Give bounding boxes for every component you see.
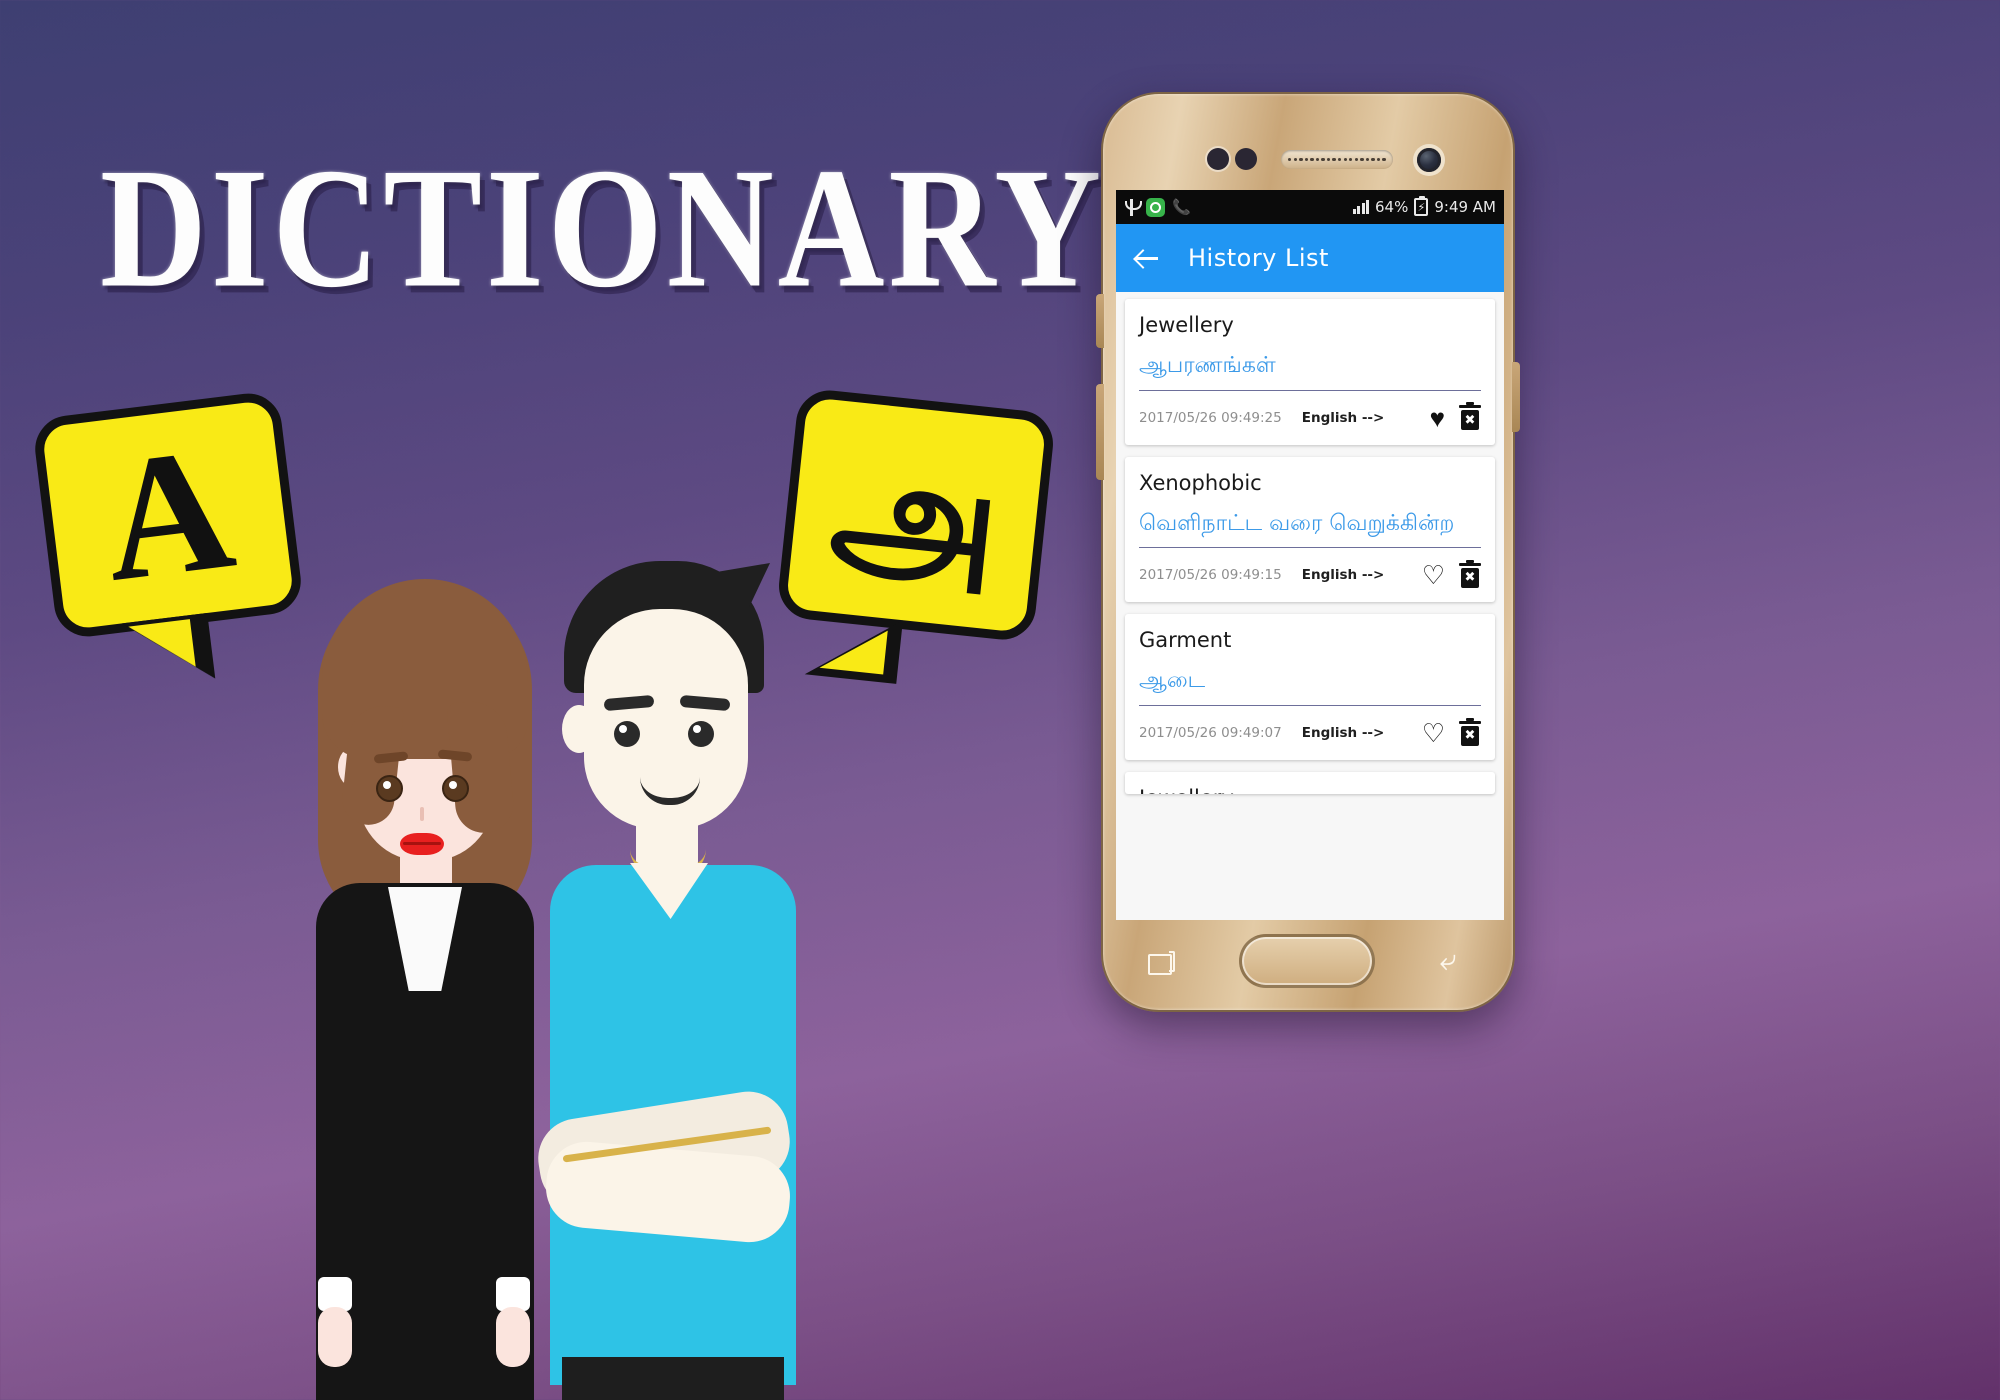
woman-hand-left: [318, 1307, 352, 1367]
word-tamil: வெளிநாட்ட வரை வெறுக்கின்ற: [1139, 509, 1481, 549]
app-bar: History List: [1116, 224, 1504, 292]
phone-device: 📞 64% ⚡ 9:49 AM History List Jewellery ஆ…: [1096, 92, 1520, 1012]
woman-character: [300, 565, 550, 1400]
man-eye-left: [614, 721, 640, 747]
app-bar-title: History List: [1188, 244, 1329, 272]
woman-hand-right: [496, 1307, 530, 1367]
heart-outline-icon[interactable]: ♡: [1422, 562, 1445, 588]
woman-eye-left: [376, 775, 403, 802]
trash-lid: [1459, 402, 1481, 409]
history-item-meta: 2017/05/26 09:49:15 English --> ♡ ✖: [1139, 548, 1481, 602]
phone-top-bezel: [1103, 142, 1513, 176]
volume-button[interactable]: [1096, 384, 1104, 480]
man-pants: [562, 1357, 784, 1400]
page-title: DICTIONARY: [100, 133, 1106, 324]
trash-delete-icon[interactable]: ✖: [1459, 402, 1481, 431]
word-english: Jewellery: [1139, 786, 1481, 794]
eye-glint: [449, 781, 457, 789]
signal-bars-icon: [1352, 200, 1369, 214]
android-nav-bar: ⤶: [1116, 920, 1504, 1002]
trash-lid: [1459, 717, 1481, 724]
woman-eye-right: [442, 775, 469, 802]
man-eye-right: [688, 721, 714, 747]
timestamp-label: 2017/05/26 09:49:15: [1139, 567, 1282, 584]
history-item-meta: 2017/05/26 09:49:07 English --> ♡ ✖: [1139, 706, 1481, 760]
history-item-actions: ♥ ✖: [1430, 402, 1481, 431]
history-list-item-partial[interactable]: Jewellery: [1125, 772, 1495, 795]
green-app-icon: [1146, 197, 1165, 217]
home-button[interactable]: [1238, 934, 1375, 988]
woman-lips: [400, 833, 444, 855]
back-arrow-icon[interactable]: [1134, 245, 1160, 271]
history-list[interactable]: Jewellery ஆபரணங்கள் 2017/05/26 09:49:25 …: [1116, 292, 1504, 920]
eye-glint: [383, 781, 391, 789]
man-ear: [562, 705, 596, 753]
trash-body: ✖: [1461, 410, 1479, 431]
history-item-meta: 2017/05/26 09:49:25 English --> ♥ ✖: [1139, 391, 1481, 445]
trash-delete-icon[interactable]: ✖: [1459, 717, 1481, 746]
word-tamil: ஆபரணங்கள்: [1139, 351, 1481, 391]
direction-label: English -->: [1301, 567, 1385, 584]
usb-icon: [1124, 198, 1142, 216]
trash-body: ✖: [1461, 725, 1479, 746]
eye-glint: [619, 725, 627, 733]
history-list-item[interactable]: Xenophobic வெளிநாட்ட வரை வெறுக்கின்ற 201…: [1125, 456, 1495, 603]
trash-body: ✖: [1461, 567, 1479, 588]
speech-bubble-tail: [121, 612, 216, 689]
phone-screen: 📞 64% ⚡ 9:49 AM History List Jewellery ஆ…: [1116, 190, 1504, 920]
word-english: Xenophobic: [1139, 470, 1262, 495]
battery-percent-label: 64%: [1375, 198, 1409, 216]
eye-glint: [693, 725, 701, 733]
woman-cuff-right: [496, 1277, 530, 1311]
status-bar-right: 64% ⚡ 9:49 AM: [1352, 196, 1496, 216]
direction-label: English -->: [1301, 409, 1385, 426]
trash-delete-icon[interactable]: ✖: [1459, 559, 1481, 588]
charging-battery-icon: ⚡: [1414, 196, 1429, 216]
side-button-right[interactable]: [1512, 362, 1520, 432]
word-english: Jewellery: [1139, 313, 1234, 337]
trash-lid: [1459, 559, 1481, 566]
missed-call-icon: 📞: [1172, 198, 1191, 216]
back-nav-icon[interactable]: ⤶: [1440, 946, 1472, 976]
word-tamil: ஆடை: [1139, 666, 1481, 707]
woman-cuff-left: [318, 1277, 352, 1311]
speech-bubble-english: A: [31, 389, 305, 689]
woman-nose: [420, 807, 424, 821]
earpiece-speaker-icon: [1281, 150, 1393, 169]
clock-label: 9:49 AM: [1434, 198, 1496, 216]
timestamp-label: 2017/05/26 09:49:25: [1139, 409, 1282, 426]
heart-filled-icon[interactable]: ♥: [1430, 405, 1445, 431]
power-button[interactable]: [1096, 294, 1104, 348]
status-bar-left: 📞: [1124, 197, 1191, 217]
heart-outline-icon[interactable]: ♡: [1422, 720, 1445, 746]
proximity-sensor-icon: [1207, 148, 1229, 170]
front-camera-icon: [1413, 144, 1445, 176]
speech-bubble-english-letter: A: [92, 409, 243, 620]
speech-bubble-tamil-letter: அ: [824, 422, 1008, 608]
word-english: Garment: [1139, 628, 1232, 653]
character-illustration: [300, 545, 840, 1400]
direction-label: English -->: [1301, 725, 1385, 742]
man-character: [532, 545, 832, 1400]
status-bar: 📞 64% ⚡ 9:49 AM: [1116, 190, 1504, 224]
timestamp-label: 2017/05/26 09:49:07: [1139, 725, 1282, 742]
light-sensor-icon: [1235, 148, 1257, 170]
history-item-actions: ♡ ✖: [1422, 717, 1481, 746]
recents-icon[interactable]: [1148, 950, 1176, 975]
history-list-item[interactable]: Garment ஆடை 2017/05/26 09:49:07 English …: [1125, 614, 1495, 761]
man-hair-spike: [718, 563, 770, 607]
history-list-item[interactable]: Jewellery ஆபரணங்கள் 2017/05/26 09:49:25 …: [1125, 299, 1495, 445]
history-item-actions: ♡ ✖: [1422, 559, 1481, 588]
